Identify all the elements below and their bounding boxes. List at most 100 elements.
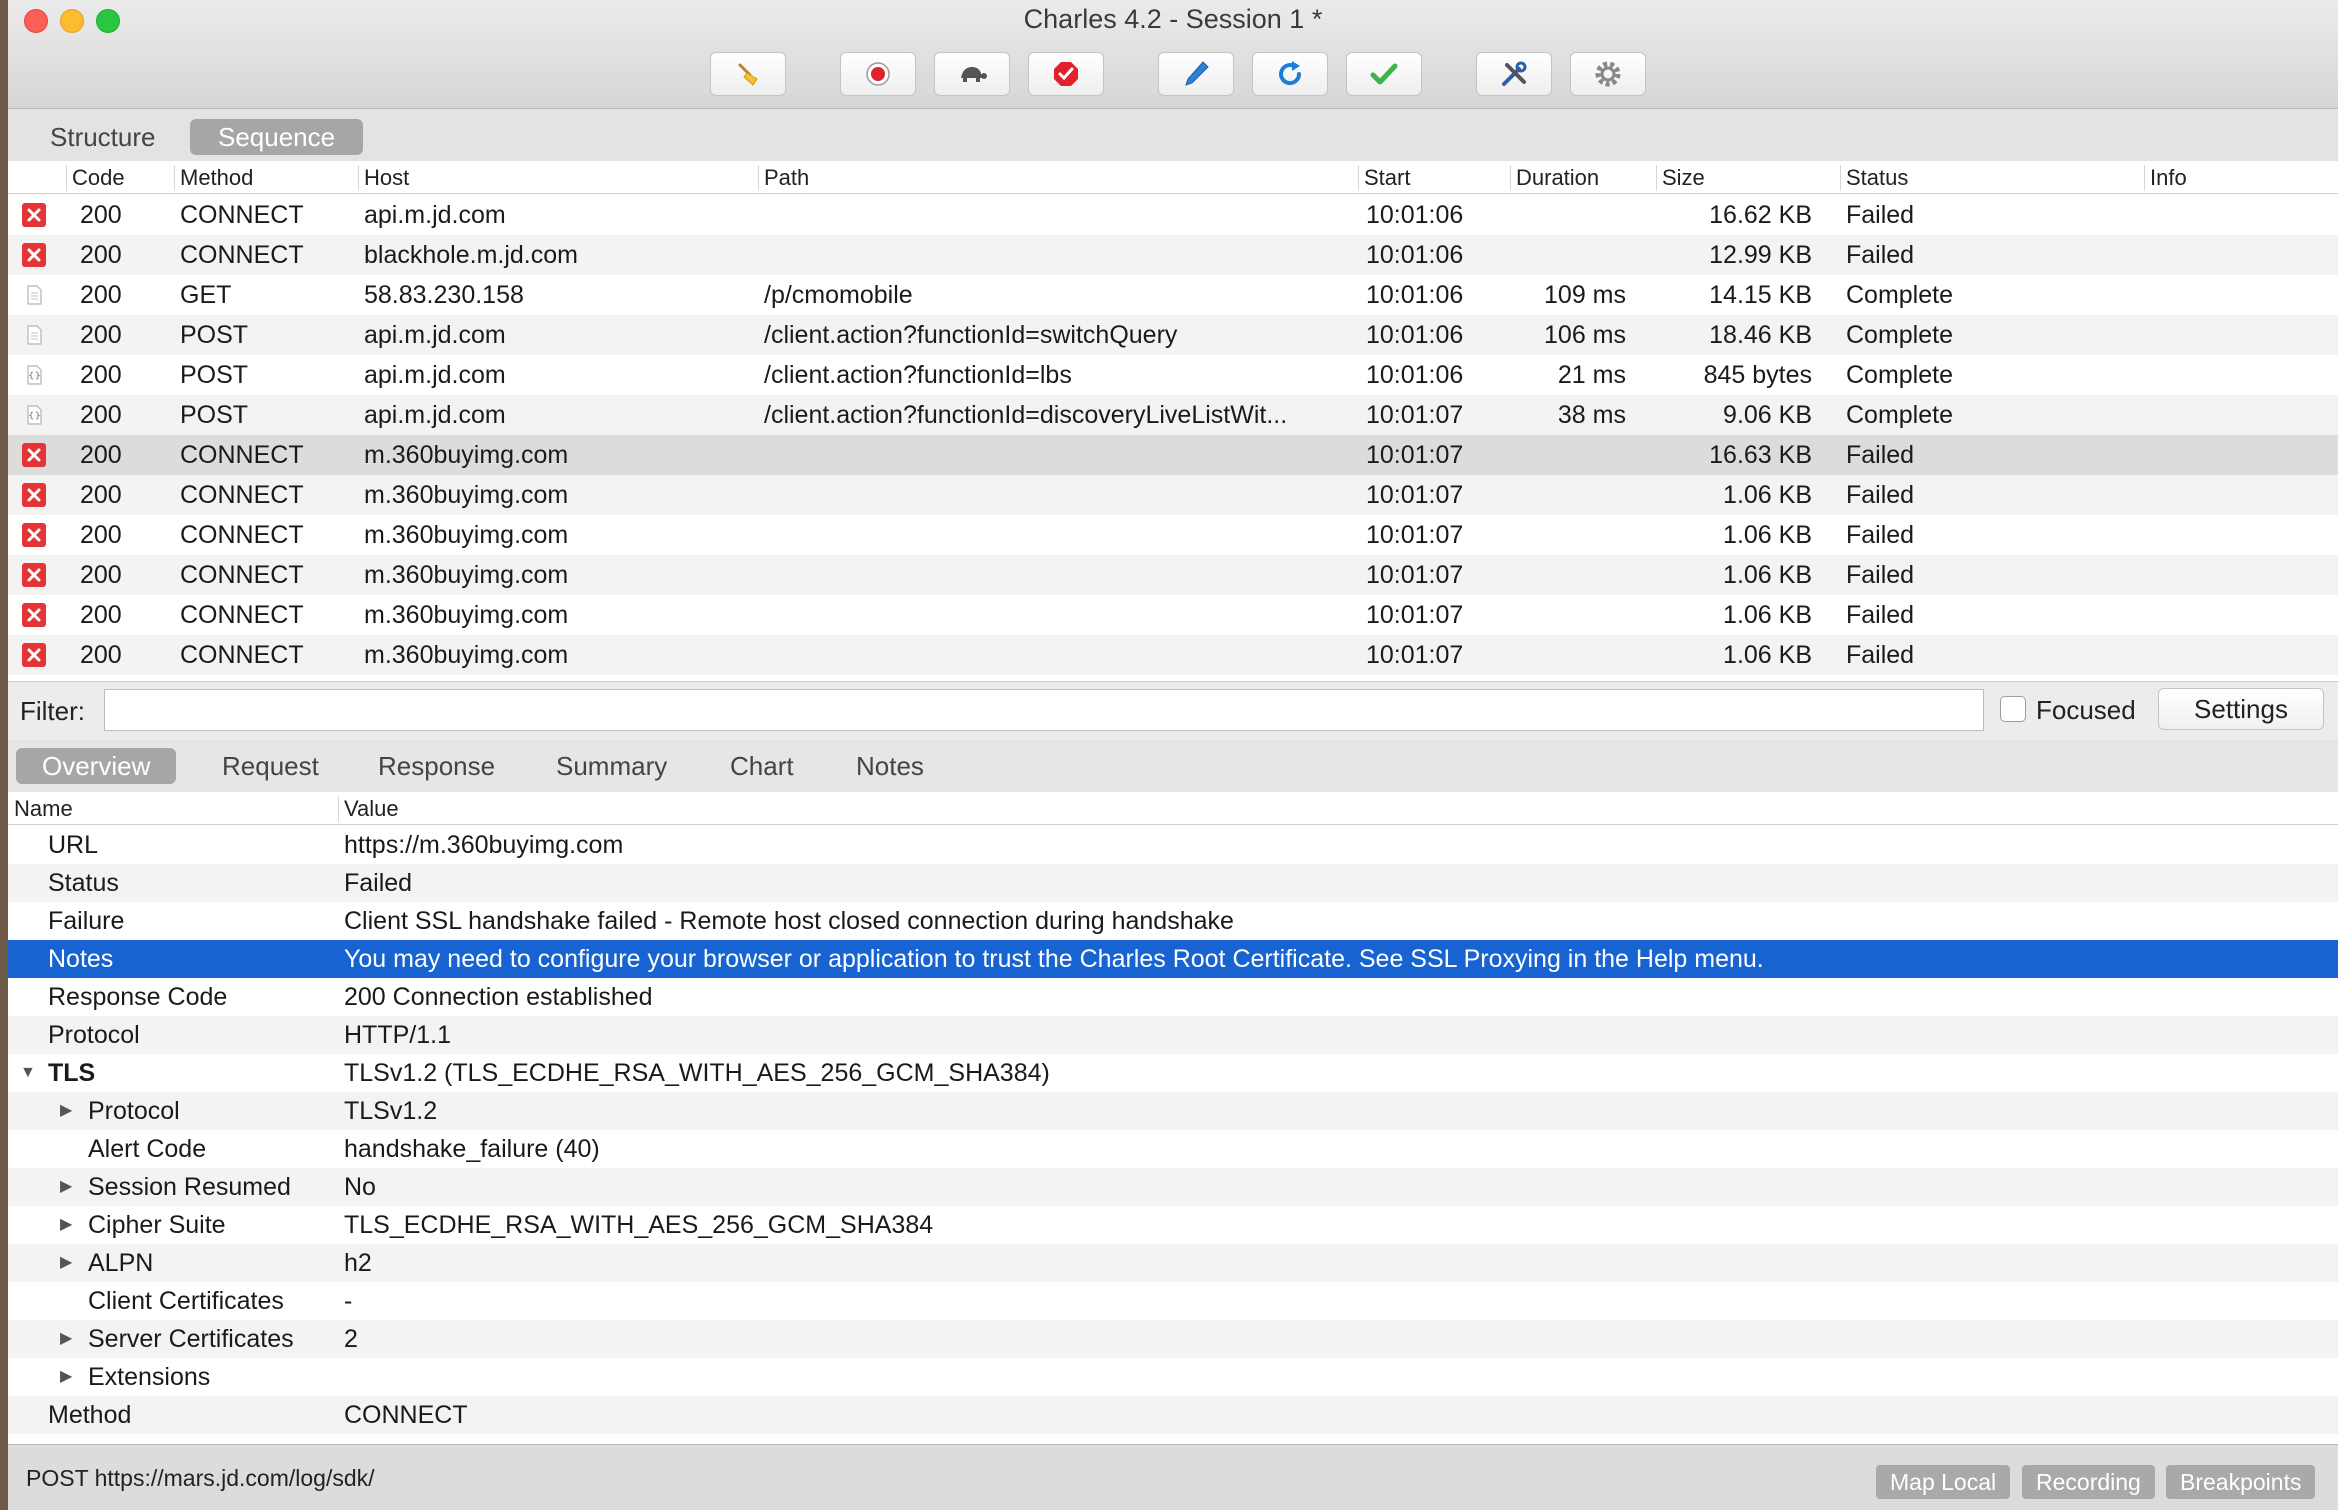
disclosure-expanded-icon[interactable]: ▼ <box>20 1054 36 1092</box>
breakpoints-status-button[interactable]: Breakpoints <box>2166 1465 2316 1499</box>
table-row[interactable]: 200 POST api.m.jd.com/client.action?functi… <box>8 355 2338 395</box>
breakpoint-icon <box>1054 62 1078 86</box>
compose-button[interactable] <box>1158 52 1234 96</box>
table-row[interactable]: 200 GET 58.83.230.158/p/cmomobile 10:01:06 1… <box>8 275 2338 315</box>
clear-session-button[interactable] <box>710 52 786 96</box>
column-header-path[interactable]: Path <box>764 161 809 193</box>
tab-chart[interactable]: Chart <box>704 748 820 784</box>
recording-status-button[interactable]: Recording <box>2022 1465 2155 1499</box>
cell-size: 18.46 KB <box>1709 321 1812 349</box>
focused-checkbox[interactable] <box>2000 696 2026 722</box>
tab-summary[interactable]: Summary <box>530 748 693 784</box>
cell-method: POST <box>180 401 249 429</box>
overview-row[interactable]: ▶ Session Resumed No <box>8 1168 2338 1206</box>
tools-button[interactable] <box>1476 52 1552 96</box>
overview-row[interactable]: URL https://m.360buyimg.com <box>8 826 2338 864</box>
disclosure-collapsed-icon[interactable]: ▶ <box>60 1320 72 1358</box>
table-row[interactable]: 200 CONNECT m.360buyimg.com 10:01:07 1.06 KB… <box>8 475 2338 515</box>
column-header-info[interactable]: Info <box>2150 161 2187 193</box>
focused-label[interactable]: Focused <box>2036 695 2136 726</box>
cell-start: 10:01:07 <box>1366 521 1464 549</box>
table-row[interactable]: 200 CONNECT api.m.jd.com 10:01:06 16.62 KB Fa… <box>8 195 2338 235</box>
table-row[interactable]: 200 CONNECT m.360buyimg.com 10:01:07 16.63 K… <box>8 435 2338 475</box>
tab-request[interactable]: Request <box>196 748 345 784</box>
overview-row[interactable]: ▶ Extensions <box>8 1358 2338 1396</box>
settings-toolbar-button[interactable] <box>1570 52 1646 96</box>
column-header-size[interactable]: Size <box>1662 161 1705 193</box>
column-header-duration[interactable]: Duration <box>1516 161 1599 193</box>
disclosure-collapsed-icon[interactable]: ▶ <box>60 1168 72 1206</box>
cell-duration <box>1516 515 1626 555</box>
breakpoints-button[interactable] <box>1028 52 1104 96</box>
table-row[interactable]: 200 CONNECT m.360buyimg.com 10:01:07 1.06 KB… <box>8 635 2338 675</box>
column-header-value[interactable]: Value <box>344 792 399 824</box>
column-divider[interactable] <box>1510 165 1511 191</box>
column-divider[interactable] <box>66 165 67 191</box>
column-divider[interactable] <box>1656 165 1657 191</box>
disclosure-collapsed-icon[interactable]: ▶ <box>60 1358 72 1396</box>
table-row[interactable]: 200 POST api.m.jd.com/client.action?functi… <box>8 395 2338 435</box>
overview-value: Client SSL handshake failed - Remote hos… <box>344 907 1234 935</box>
column-header-status[interactable]: Status <box>1846 161 1908 193</box>
overview-row[interactable]: Status Failed <box>8 864 2338 902</box>
column-divider[interactable] <box>2144 165 2145 191</box>
column-header-code[interactable]: Code <box>72 161 125 193</box>
column-divider[interactable] <box>338 796 339 822</box>
cell-path: /p/cmomobile <box>764 281 913 309</box>
filter-settings-button[interactable]: Settings <box>2158 688 2324 730</box>
disclosure-collapsed-icon[interactable]: ▶ <box>60 1206 72 1244</box>
table-row[interactable]: 200 POST api.m.jd.com/client.action?functi… <box>8 315 2338 355</box>
overview-row[interactable]: ▶ Cipher Suite TLS_ECDHE_RSA_WITH_AES_256_… <box>8 1206 2338 1244</box>
column-divider[interactable] <box>174 165 175 191</box>
column-header-host[interactable]: Host <box>364 161 409 193</box>
overview-row[interactable]: Notes You may need to configure your brow… <box>8 940 2338 978</box>
disclosure-collapsed-icon[interactable]: ▶ <box>60 1092 72 1130</box>
table-row[interactable]: 200 CONNECT m.360buyimg.com 10:01:07 1.06 KB… <box>8 555 2338 595</box>
map-local-button[interactable]: Map Local <box>1876 1465 2011 1499</box>
tab-structure[interactable]: Structure <box>22 119 184 155</box>
overview-row[interactable]: Failure Client SSL handshake failed - Rem… <box>8 902 2338 940</box>
column-header-start[interactable]: Start <box>1364 161 1410 193</box>
validate-button[interactable] <box>1346 52 1422 96</box>
overview-table: Name Value URL https://m.360buyimg.com Sta… <box>8 792 2338 1444</box>
tab-notes[interactable]: Notes <box>830 748 950 784</box>
overview-row[interactable]: ▶ Protocol TLSv1.2 <box>8 1092 2338 1130</box>
document-icon <box>22 283 46 307</box>
overview-name: Method <box>48 1401 132 1429</box>
overview-row[interactable]: Client Certificates - <box>8 1282 2338 1320</box>
column-divider[interactable] <box>358 165 359 191</box>
overview-row[interactable]: Method CONNECT <box>8 1396 2338 1434</box>
tab-overview[interactable]: Overview <box>16 748 177 784</box>
column-divider[interactable] <box>1358 165 1359 191</box>
table-row[interactable]: 200 CONNECT blackhole.m.jd.com 10:01:06 12.9… <box>8 235 2338 275</box>
column-header-name[interactable]: Name <box>14 792 73 824</box>
overview-row[interactable]: ▼ TLS TLSv1.2 (TLS_ECDHE_RSA_WITH_AES_256_… <box>8 1054 2338 1092</box>
overview-row[interactable]: ▶ ALPN h2 <box>8 1244 2338 1282</box>
column-divider[interactable] <box>1840 165 1841 191</box>
cell-method: CONNECT <box>180 521 304 549</box>
cell-start: 10:01:07 <box>1366 441 1464 469</box>
overview-row[interactable]: Alert Code handshake_failure (40) <box>8 1130 2338 1168</box>
column-header-method[interactable]: Method <box>180 161 253 193</box>
cell-code: 200 <box>80 241 122 269</box>
cell-code: 200 <box>80 561 122 589</box>
overview-row[interactable]: ▶ Server Certificates 2 <box>8 1320 2338 1358</box>
table-row[interactable]: 200 CONNECT m.360buyimg.com 10:01:07 1.06 KB… <box>8 515 2338 555</box>
recording-button[interactable] <box>840 52 916 96</box>
overview-row[interactable]: Protocol HTTP/1.1 <box>8 1016 2338 1054</box>
repeat-button[interactable] <box>1252 52 1328 96</box>
cell-size: 16.63 KB <box>1709 441 1812 469</box>
filter-input[interactable] <box>104 689 1984 731</box>
json-document-icon <box>22 403 46 427</box>
tab-sequence[interactable]: Sequence <box>190 119 364 155</box>
table-row[interactable]: 200 CONNECT m.360buyimg.com 10:01:07 1.06 KB… <box>8 595 2338 635</box>
cell-info <box>2150 395 2330 435</box>
cell-host: m.360buyimg.com <box>364 601 569 629</box>
disclosure-collapsed-icon[interactable]: ▶ <box>60 1244 72 1282</box>
throttling-button[interactable] <box>934 52 1010 96</box>
status-text: POST https://mars.jd.com/log/sdk/ <box>26 1465 375 1491</box>
tab-response[interactable]: Response <box>352 748 521 784</box>
cell-info <box>2150 555 2330 595</box>
column-divider[interactable] <box>758 165 759 191</box>
overview-row[interactable]: Response Code 200 Connection established <box>8 978 2338 1016</box>
